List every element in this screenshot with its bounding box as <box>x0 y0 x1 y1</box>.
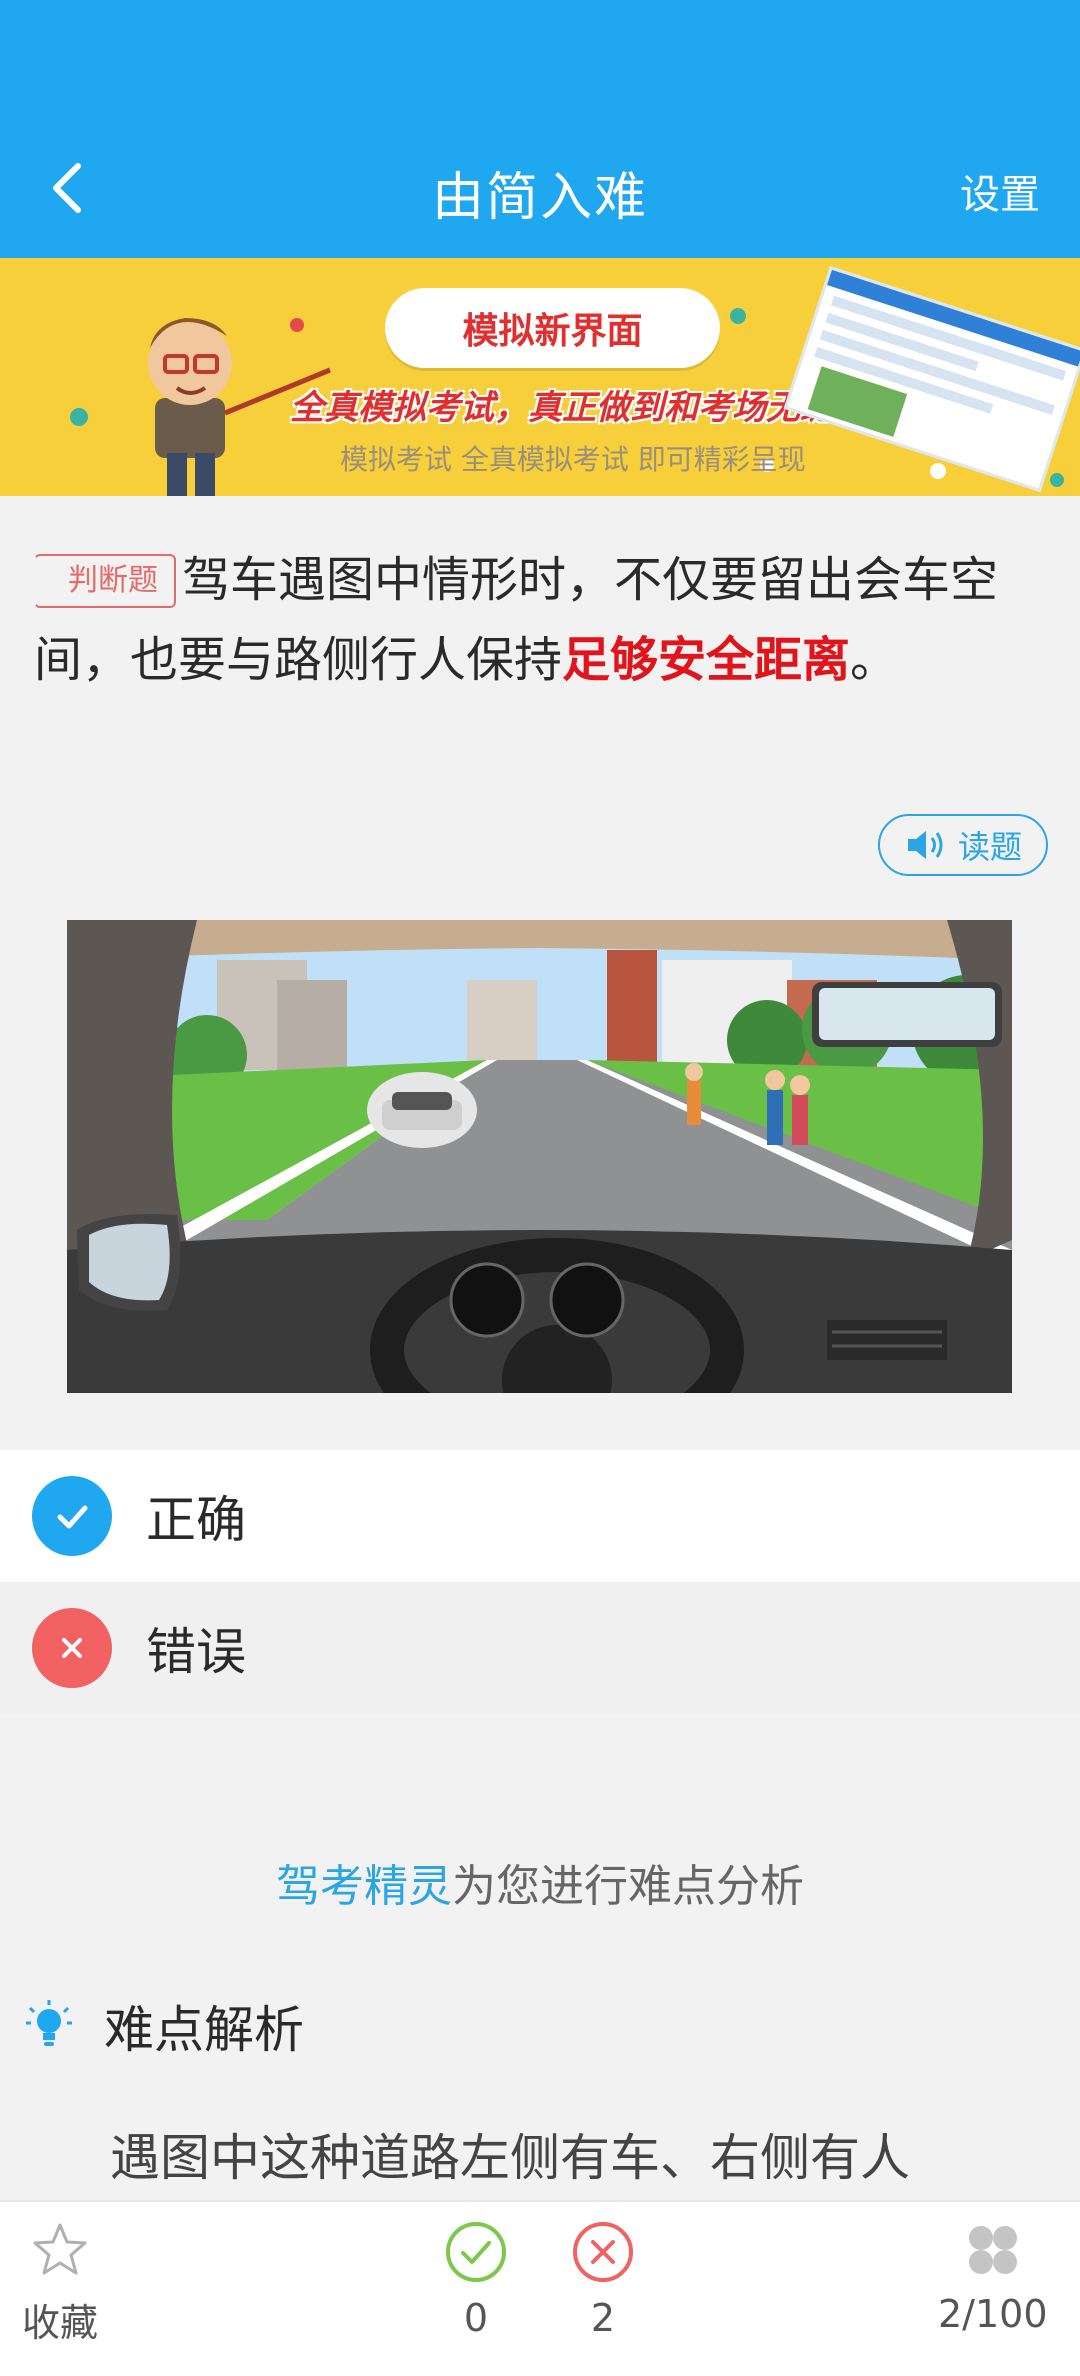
speaker-icon <box>907 831 943 859</box>
option-correct[interactable]: 正确 <box>0 1450 1080 1582</box>
confetti-dot <box>730 308 746 324</box>
brand-name: 驾考精灵 <box>276 1861 452 1912</box>
check-icon <box>32 1476 112 1556</box>
read-question-label: 读题 <box>957 828 1022 866</box>
wrong-count-button[interactable]: 2 <box>571 2220 635 2340</box>
question-text: 判断题 驾车遇图中情形时，不仅要留出会车空间，也要与路侧行人保持足够安全距离。 <box>34 540 1044 700</box>
question-text-end: 。 <box>850 632 899 688</box>
favorite-button[interactable]: 收藏 <box>22 2220 98 2347</box>
analysis-tip: 驾考精灵为您进行难点分析 <box>0 1850 1080 1914</box>
difficulty-analysis-header: 难点解析 <box>26 1990 304 2062</box>
settings-button[interactable]: 设置 <box>960 162 1040 220</box>
exam-screenshot-thumbnail <box>783 266 1080 493</box>
confetti-dot <box>70 408 88 426</box>
question-text-highlight: 足够安全距离 <box>562 632 851 688</box>
confetti-dot <box>1050 473 1064 487</box>
close-icon <box>32 1608 112 1688</box>
banner-subline: 模拟考试 全真模拟考试 即可精彩呈现 <box>340 443 806 476</box>
option-correct-label: 正确 <box>146 1491 246 1549</box>
promo-banner[interactable]: 模拟新界面 全真模拟考试，真正做到和考场无缝对接。 模拟考试 全真模拟考试 即可… <box>0 258 1080 496</box>
favorite-label: 收藏 <box>22 2301 99 2345</box>
question-image[interactable] <box>67 920 1012 1393</box>
confetti-dot <box>930 463 946 479</box>
section-title-text: 难点解析 <box>104 2001 304 2059</box>
star-icon <box>33 2223 87 2275</box>
grid-icon <box>968 2226 1017 2274</box>
check-circle-icon <box>446 2222 506 2282</box>
page-title: 由简入难 <box>431 168 648 228</box>
banner-headline: 模拟新界面 <box>385 288 720 368</box>
lightbulb-icon <box>26 2000 72 2046</box>
bottom-bar: 收藏 0 2 2/100 <box>0 2200 1080 2376</box>
x-circle-icon <box>573 2222 633 2282</box>
correct-count-button[interactable]: 0 <box>444 2220 508 2340</box>
analysis-tip-text: 为您进行难点分析 <box>452 1861 804 1912</box>
wrong-count: 2 <box>590 2296 616 2340</box>
analysis-text: 遇图中这种道路左侧有车、右侧有人 <box>110 2129 910 2187</box>
question-type-tag: 判断题 <box>34 554 176 608</box>
correct-count: 0 <box>463 2296 489 2340</box>
option-wrong-label: 错误 <box>146 1623 246 1681</box>
option-wrong[interactable]: 错误 <box>0 1582 1080 1714</box>
progress-counter: 2/100 <box>938 2292 1048 2336</box>
read-question-button[interactable]: 读题 <box>878 814 1048 876</box>
top-app-bar: 由简入难 设置 <box>0 0 1080 258</box>
question-list-button[interactable]: 2/100 <box>938 2220 1048 2336</box>
